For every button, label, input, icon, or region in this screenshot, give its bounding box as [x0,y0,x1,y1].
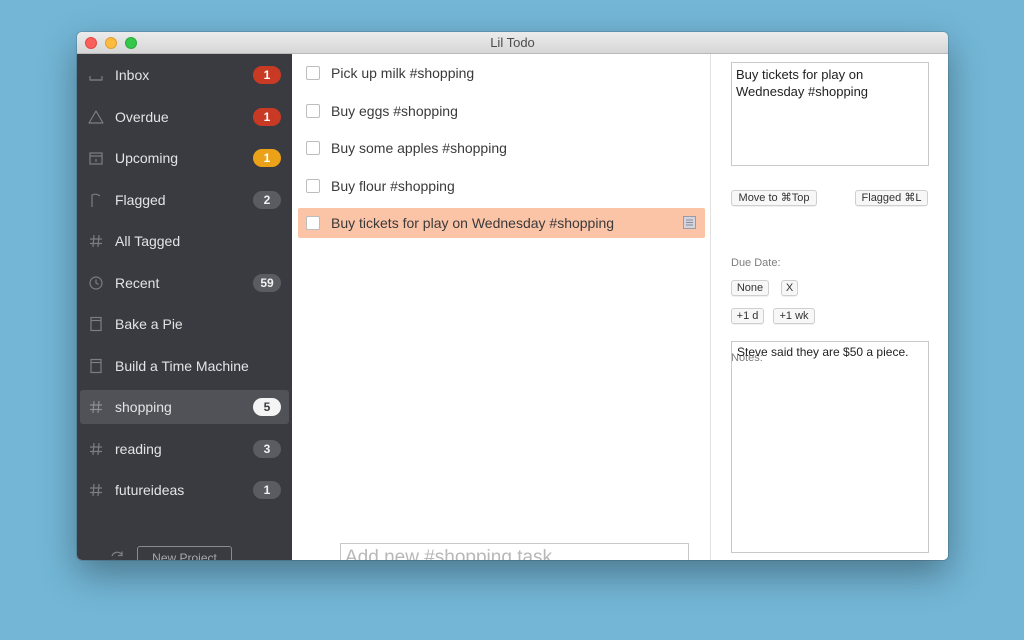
due-none-button[interactable]: None [731,280,769,296]
task-list: Pick up milk #shopping Buy eggs #shoppin… [292,54,711,560]
task-title-field[interactable]: Buy tickets for play on Wednesday #shopp… [731,62,929,166]
sidebar-item-label: Flagged [115,192,166,208]
flag-icon [88,192,104,208]
sync-icon[interactable] [108,549,126,560]
sidebar-item-reading[interactable]: reading 3 [80,432,289,466]
sidebar-item-futureideas[interactable]: futureideas 1 [80,473,289,507]
count-badge: 5 [253,398,281,416]
sidebar: Inbox 1 Overdue 1 Upcoming 1 Flagged 2 A… [77,54,292,560]
task-checkbox[interactable] [306,141,320,155]
count-badge: 1 [253,481,281,499]
notes-field[interactable]: Steve said they are $50 a piece. [731,341,929,553]
task-label: Buy tickets for play on Wednesday #shopp… [331,215,615,231]
sidebar-item-flagged[interactable]: Flagged 2 [80,183,289,217]
task-label: Buy eggs #shopping [331,103,458,119]
sidebar-item-label: Overdue [115,109,169,125]
sidebar-item-shopping[interactable]: shopping 5 [80,390,289,424]
sidebar-item-upcoming[interactable]: Upcoming 1 [80,141,289,175]
title-bar: Lil Todo [77,32,948,54]
sidebar-item-build-a-time-machine[interactable]: Build a Time Machine [80,349,289,383]
count-badge: 1 [253,108,281,126]
app-window: Lil Todo Inbox 1 Overdue 1 Upcoming 1 Fl… [77,32,948,560]
sidebar-item-label: reading [115,441,162,457]
move-to-top-button[interactable]: Move to ⌘Top [731,190,817,206]
due-date-label: Due Date: [731,257,781,269]
sidebar-item-inbox[interactable]: Inbox 1 [80,58,289,92]
count-badge: 2 [253,191,281,209]
new-task-input[interactable] [340,543,689,560]
sidebar-item-label: Bake a Pie [115,316,183,332]
sidebar-item-all-tagged[interactable]: All Tagged [80,224,289,258]
sidebar-item-recent[interactable]: Recent 59 [80,266,289,300]
new-project-button[interactable]: New Project [137,546,232,560]
document-icon [88,316,104,332]
task-label: Buy some apples #shopping [331,140,507,156]
count-badge: 3 [253,440,281,458]
inbox-icon [88,67,104,83]
task-row-selected[interactable]: Buy tickets for play on Wednesday #shopp… [298,208,705,238]
sidebar-item-bake-a-pie[interactable]: Bake a Pie [80,307,289,341]
hash-icon [88,482,104,498]
task-checkbox[interactable] [306,66,320,80]
window-title: Lil Todo [490,35,535,50]
clear-due-date-button[interactable]: X [781,280,798,296]
sidebar-item-label: futureideas [115,482,185,498]
sidebar-item-overdue[interactable]: Overdue 1 [80,100,289,134]
task-checkbox[interactable] [306,216,320,230]
task-row[interactable]: Pick up milk #shopping [298,58,705,88]
hash-icon [88,399,104,415]
warning-icon [88,109,104,125]
clock-icon [88,275,104,291]
hash-icon [88,441,104,457]
task-label: Pick up milk #shopping [331,65,475,81]
task-row[interactable]: Buy eggs #shopping [298,96,705,126]
document-icon [88,358,104,374]
hash-icon [88,233,104,249]
sidebar-item-label: Build a Time Machine [115,358,249,374]
count-badge: 1 [253,66,281,84]
sidebar-item-label: Inbox [115,67,150,83]
sidebar-item-label: Recent [115,275,160,291]
sidebar-item-label: All Tagged [115,233,181,249]
count-badge: 59 [253,274,281,292]
sidebar-item-label: shopping [115,399,172,415]
task-checkbox[interactable] [306,179,320,193]
note-icon [683,216,696,229]
task-label: Buy flour #shopping [331,178,455,194]
task-row[interactable]: Buy some apples #shopping [298,133,705,163]
task-details-panel: Buy tickets for play on Wednesday #shopp… [711,54,948,560]
count-badge: 1 [253,149,281,167]
due-plus-one-week-button[interactable]: +1 wk [773,308,815,324]
task-checkbox[interactable] [306,104,320,118]
sidebar-item-label: Upcoming [115,150,179,166]
calendar-icon [88,150,104,166]
task-row[interactable]: Buy flour #shopping [298,171,705,201]
flagged-button[interactable]: Flagged ⌘L [855,190,928,206]
due-plus-one-day-button[interactable]: +1 d [731,308,764,324]
